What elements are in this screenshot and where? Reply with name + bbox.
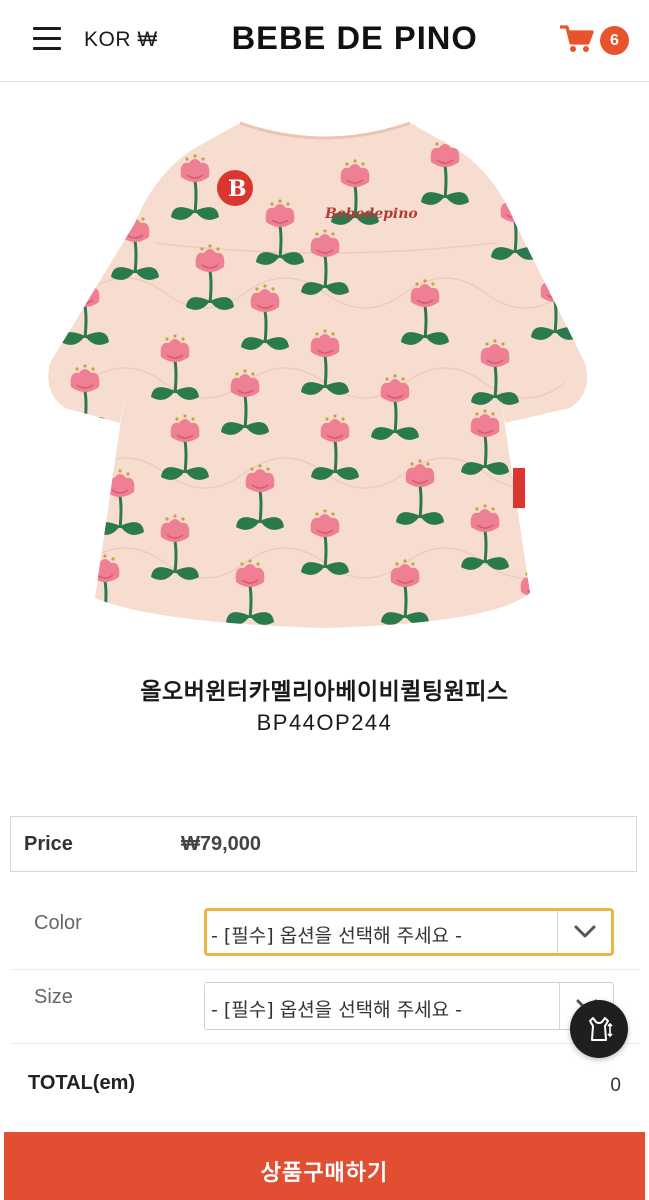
size-guide-button[interactable] <box>570 1000 628 1058</box>
option-label-color: Color <box>34 912 82 934</box>
product-title: 올오버윈터카멜리아베이비퀼팅원피스 <box>140 679 509 705</box>
cart-button[interactable]: 6 <box>560 22 632 58</box>
option-row-color: Color - [필수] 옵션을 선택해 주세요 - <box>10 896 639 970</box>
product-code: BP44OP244 <box>256 710 393 735</box>
color-select[interactable]: - [필수] 옵션을 선택해 주세요 - <box>204 908 614 956</box>
dress-illustration: B Bebedepino <box>47 121 587 628</box>
header-bar: KOR ₩ BEBE DE PINO 6 <box>0 0 649 82</box>
cart-count-badge: 6 <box>600 26 629 55</box>
cart-icon <box>560 25 594 52</box>
option-row-size: Size - [필수] 옵션을 선택해 주세요 - <box>10 970 639 1044</box>
chevron-down-icon[interactable] <box>557 911 611 953</box>
option-label-size: Size <box>34 986 73 1008</box>
brand-logo-text: BEBE DE PINO <box>231 20 478 56</box>
size-select[interactable]: - [필수] 옵션을 선택해 주세요 - <box>204 982 614 1030</box>
brand-logo[interactable]: BEBE DE PINO <box>0 20 649 57</box>
total-label: TOTAL(em) <box>28 1072 136 1094</box>
fit-icon <box>589 1017 613 1041</box>
dress-logo-text: Bebedepino <box>324 206 418 222</box>
price-value: ₩79,000 <box>181 833 262 855</box>
buy-button[interactable]: 상품구매하기 <box>4 1132 645 1200</box>
price-row: Price ₩79,000 <box>10 816 637 872</box>
color-select-value: - [필수] 옵션을 선택해 주세요 - <box>211 925 463 947</box>
price-label: Price <box>24 833 73 855</box>
total-value: 0 <box>610 1075 621 1096</box>
badge-letter: B <box>228 176 247 202</box>
size-select-value: - [필수] 옵션을 선택해 주세요 - <box>211 999 463 1021</box>
product-image: B Bebedepino <box>0 83 649 643</box>
